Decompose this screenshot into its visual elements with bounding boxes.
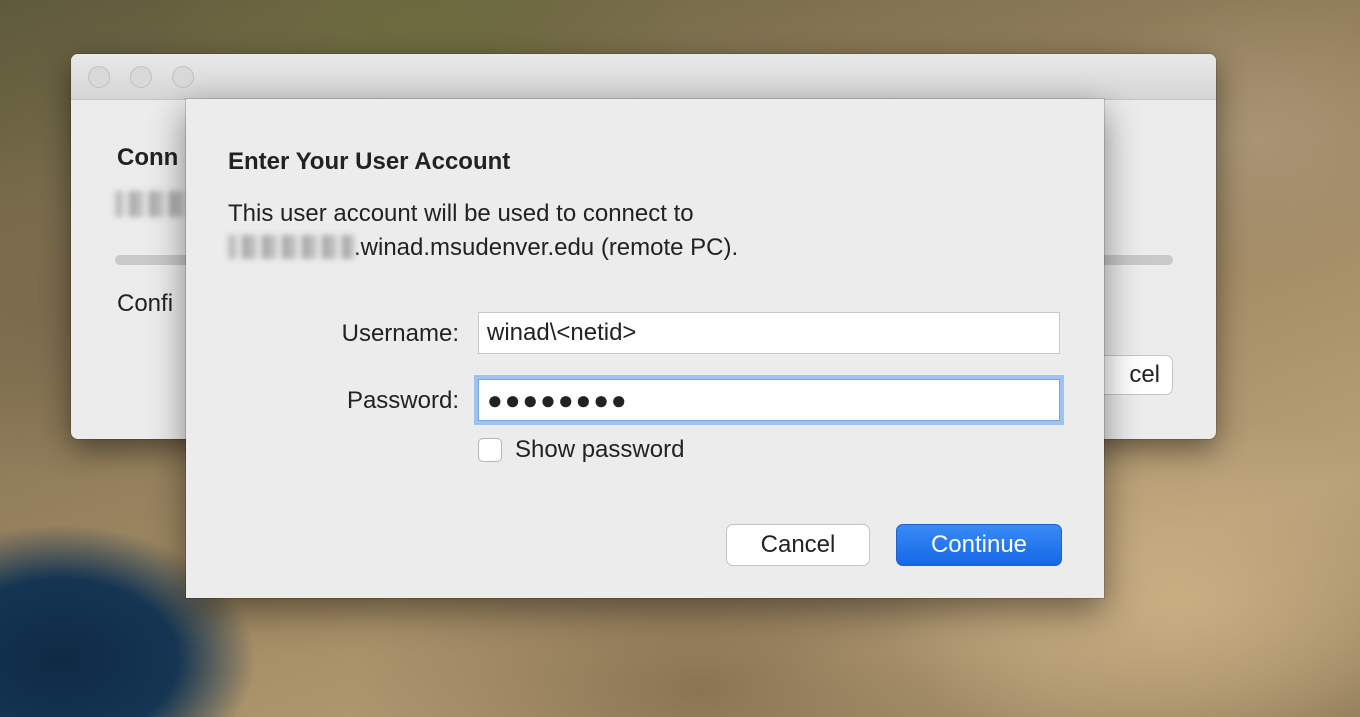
dialog-title: Enter Your User Account — [228, 148, 511, 175]
user-account-sheet: Enter Your User Account This user accoun… — [186, 99, 1104, 598]
zoom-window-icon[interactable] — [172, 66, 194, 88]
username-field[interactable]: winad\<netid> — [478, 312, 1060, 354]
window-titlebar — [71, 54, 1216, 100]
close-window-icon[interactable] — [88, 66, 110, 88]
continue-button[interactable]: Continue — [896, 524, 1062, 566]
dialog-message-line1: This user account will be used to connec… — [228, 200, 694, 227]
remote-host-text: .winad.msudenver.edu (remote PC). — [354, 234, 739, 261]
minimize-window-icon[interactable] — [130, 66, 152, 88]
dialog-message-line2: .winad.msudenver.edu (remote PC). — [228, 234, 738, 262]
redacted-hostname — [115, 191, 187, 217]
show-password-checkbox[interactable] — [478, 438, 502, 462]
background-title: Conn — [117, 144, 179, 171]
redacted-hostname — [228, 235, 354, 259]
background-status-text: Confi — [117, 290, 174, 317]
username-label: Username: — [341, 320, 459, 347]
password-label: Password: — [346, 387, 459, 414]
cancel-button[interactable]: Cancel — [726, 524, 870, 566]
password-field[interactable]: ●●●●●●●● — [478, 379, 1060, 421]
show-password-label[interactable]: Show password — [515, 436, 684, 464]
